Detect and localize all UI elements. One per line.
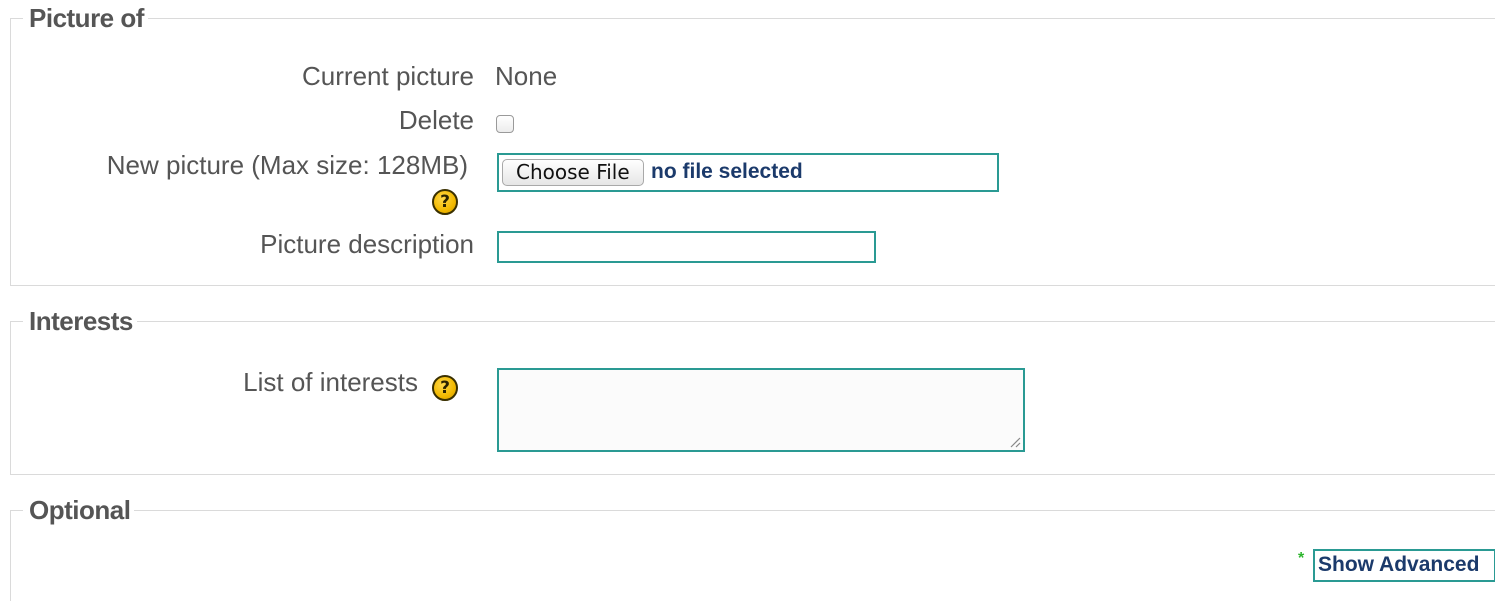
interests-help-icon[interactable]: ? (432, 375, 458, 401)
optional-legend: Optional (23, 495, 135, 525)
picture-description-label: Picture description (260, 229, 474, 259)
optional-fieldset: Optional * Show Advanced (10, 495, 1495, 601)
advanced-star-marker: * (1298, 550, 1305, 567)
file-picker: Choose File no file selected (497, 153, 999, 192)
resize-grip-icon[interactable] (1009, 436, 1021, 448)
current-picture-label: Current picture (302, 61, 474, 91)
delete-checkbox[interactable] (496, 115, 514, 133)
list-of-interests-label: List of interests (243, 367, 418, 397)
picture-legend: Picture of (23, 3, 148, 33)
choose-file-button[interactable]: Choose File (502, 159, 644, 186)
new-picture-label: New picture (Max size: 128MB) (106, 150, 468, 180)
interests-textarea[interactable] (497, 368, 1025, 452)
interests-fieldset: Interests List of interests ? (10, 306, 1495, 475)
profile-form: Picture of Current picture None Delete N… (0, 0, 1495, 601)
picture-description-input[interactable] (497, 231, 876, 263)
current-picture-value: None (495, 61, 558, 91)
delete-label: Delete (398, 105, 474, 135)
show-advanced-button[interactable]: Show Advanced (1313, 549, 1495, 582)
file-status-text: no file selected (651, 160, 803, 183)
new-picture-help-icon[interactable]: ? (432, 189, 458, 215)
interests-legend: Interests (23, 306, 137, 336)
picture-fieldset: Picture of Current picture None Delete N… (10, 3, 1495, 286)
